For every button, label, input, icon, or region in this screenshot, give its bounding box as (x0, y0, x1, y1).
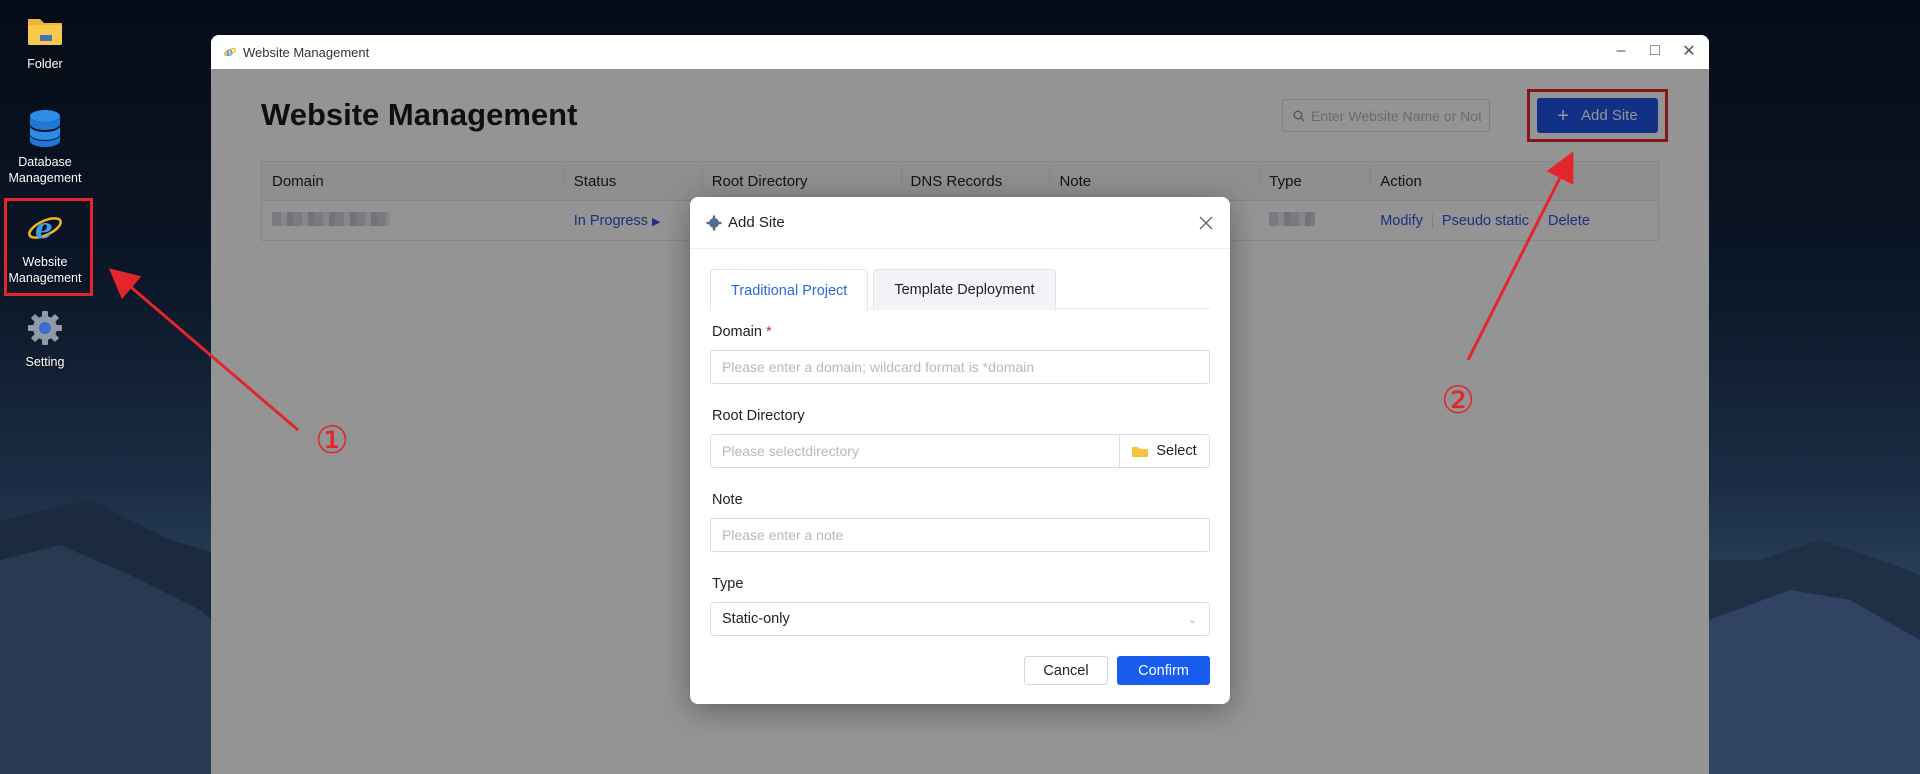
desktop-icon-label: Folder (27, 57, 63, 71)
folder-icon (25, 10, 65, 50)
select-directory-button[interactable]: Select (1119, 435, 1209, 467)
required-marker: * (766, 324, 772, 340)
ie-browser-icon: e (223, 46, 237, 59)
domain-input[interactable] (722, 359, 1209, 375)
root-directory-input[interactable] (722, 443, 1112, 459)
close-icon[interactable] (1196, 213, 1216, 233)
ie-browser-icon: e (25, 208, 65, 248)
desktop-icon-label: Database Management (8, 155, 82, 185)
dialog-title: Add Site (728, 214, 785, 231)
root-directory-label: Root Directory (712, 408, 805, 424)
note-label: Note (712, 492, 743, 508)
svg-text:e: e (35, 212, 53, 245)
close-icon[interactable]: ✕ (1679, 41, 1699, 61)
window-titlebar[interactable]: e Website Management (211, 35, 1709, 69)
gear-icon (25, 308, 65, 348)
desktop-icon-database[interactable]: Database Management (0, 108, 91, 186)
chevron-down-icon: ⌄ (1187, 614, 1197, 626)
select-label: Select (1156, 443, 1197, 459)
note-input[interactable] (722, 527, 1209, 543)
tab-template-deployment[interactable]: Template Deployment (873, 269, 1056, 310)
dialog-header: Add Site (690, 197, 1230, 249)
database-icon (25, 108, 65, 148)
desktop-icon-label: Website Management (8, 255, 82, 285)
gear-icon (706, 215, 722, 230)
maximize-icon[interactable]: □ (1645, 41, 1665, 61)
type-select[interactable]: Static-only ⌄ (710, 602, 1210, 636)
type-selected-value: Static-only (722, 611, 790, 627)
root-directory-field[interactable]: Select (710, 434, 1210, 468)
desktop-icon-folder[interactable]: Folder (0, 10, 91, 72)
desktop-icon-label: Setting (25, 355, 65, 369)
cancel-button[interactable]: Cancel (1024, 656, 1108, 685)
type-label: Type (712, 576, 744, 592)
folder-icon (1132, 446, 1149, 457)
confirm-button[interactable]: Confirm (1117, 656, 1210, 685)
note-field[interactable] (710, 518, 1210, 552)
project-tabs: Traditional Project Template Deployment (710, 269, 1210, 311)
domain-label: Domain * (712, 324, 772, 340)
window-title: Website Management (243, 44, 370, 60)
desktop-icon-setting[interactable]: Setting (0, 308, 91, 370)
domain-field[interactable] (710, 350, 1210, 384)
tab-traditional-project[interactable]: Traditional Project (710, 269, 869, 311)
add-site-dialog: Add Site Traditional Project Template De… (690, 197, 1230, 704)
desktop-icon-website-management[interactable]: e Website Management (0, 208, 91, 286)
svg-text:e: e (226, 46, 233, 59)
annotation-step-2: ② (1441, 378, 1476, 422)
annotation-step-1: ① (315, 418, 350, 462)
minimize-icon[interactable]: – (1611, 41, 1631, 61)
